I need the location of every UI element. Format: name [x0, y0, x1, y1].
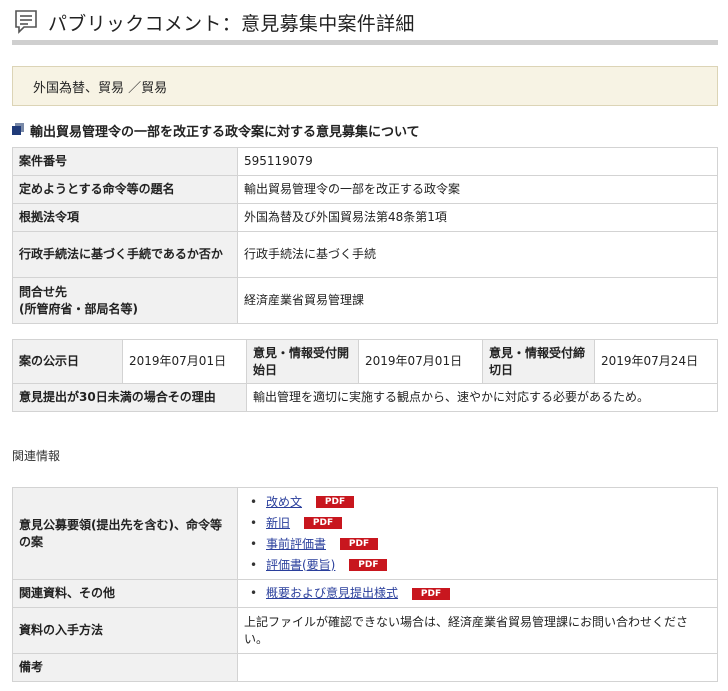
order-title-value: 輸出貿易管理令の一部を改正する政令案: [237, 175, 718, 204]
pdf-badge: PDF: [340, 538, 379, 550]
table-row: 案の公示日 2019年07月01日 意見・情報受付開始日 2019年07月01日…: [12, 339, 718, 384]
start-date-value: 2019年07月01日: [358, 339, 483, 384]
obtain-value: 上記ファイルが確認できない場合は、経済産業省貿易管理課にお問い合わせください。: [237, 607, 718, 654]
list-item: 新旧 PDF: [244, 513, 711, 534]
pdf-badge: PDF: [316, 496, 355, 508]
row-label: 問合せ先 (所管府省・部局名等): [12, 277, 238, 324]
reason-value: 輸出管理を適切に実施する観点から、速やかに対応する必要があるため。: [246, 383, 718, 412]
page: パブリックコメント：意見募集中案件詳細 外国為替、貿易 ／貿易 輸出貿易管理令の…: [0, 0, 728, 691]
start-date-label: 意見・情報受付開始日: [246, 339, 359, 384]
pdf-badge: PDF: [304, 517, 343, 529]
guidelines-links-cell: 改め文PDF 新旧PDF 事前評価書PDF 評価書(要旨)PDF: [237, 487, 718, 580]
table-row: 問合せ先 (所管府省・部局名等) 経済産業省貿易管理課: [12, 277, 718, 324]
materials-label: 関連資料、その他: [12, 579, 238, 608]
pdf-badge: PDF: [412, 587, 451, 600]
contact-value: 経済産業省貿易管理課: [237, 277, 718, 324]
table-row: 案件番号 595119079: [12, 147, 718, 176]
link-hyokasho-yoshi[interactable]: 評価書(要旨): [266, 558, 335, 572]
list-item: 改め文 PDF: [244, 492, 711, 513]
reason-label: 意見提出が30日未満の場合その理由: [12, 383, 247, 412]
dates-table: 案の公示日 2019年07月01日 意見・情報受付開始日 2019年07月01日…: [12, 339, 718, 412]
link-kaimebun[interactable]: 改め文: [266, 495, 302, 509]
row-label: 根拠法令項: [12, 203, 238, 232]
table-row: 意見公募要領(提出先を含む)、命令等の案 改め文PDF 新旧PDF 事前評価書P…: [12, 487, 718, 580]
related-info-table: 意見公募要領(提出先を含む)、命令等の案 改め文PDF 新旧PDF 事前評価書P…: [12, 487, 718, 682]
link-overview-form[interactable]: 概要および意見提出様式: [266, 586, 398, 600]
table-row: 備考: [12, 653, 718, 682]
row-label: 案件番号: [12, 147, 238, 176]
link-shinkyu[interactable]: 新旧: [266, 516, 290, 530]
legal-basis-value: 外国為替及び外国貿易法第48条第1項: [237, 203, 718, 232]
publish-date-label: 案の公示日: [12, 339, 123, 384]
obtain-label: 資料の入手方法: [12, 607, 238, 654]
case-info-table: 案件番号 595119079 定めようとする命令等の題名 輸出貿易管理令の一部を…: [12, 147, 718, 324]
list-item: 事前評価書 PDF: [244, 534, 711, 555]
row-label: 定めようとする命令等の題名: [12, 175, 238, 204]
title-divider: [12, 40, 718, 45]
table-row: 根拠法令項 外国為替及び外国貿易法第48条第1項: [12, 203, 718, 232]
guidelines-link-list: 改め文PDF 新旧PDF 事前評価書PDF 評価書(要旨)PDF: [244, 492, 711, 576]
page-title: パブリックコメント：意見募集中案件詳細: [48, 13, 415, 35]
category-band: 外国為替、貿易 ／貿易: [12, 66, 718, 106]
page-header: パブリックコメント：意見募集中案件詳細: [12, 6, 718, 36]
document-icon: [12, 123, 24, 135]
pdf-badge: PDF: [349, 559, 388, 571]
link-jizen-hyokasho[interactable]: 事前評価書: [266, 537, 326, 551]
guidelines-label: 意見公募要領(提出先を含む)、命令等の案: [12, 487, 238, 580]
table-row: 意見提出が30日未満の場合その理由 輸出管理を適切に実施する観点から、速やかに対…: [12, 383, 718, 412]
end-date-value: 2019年07月24日: [594, 339, 718, 384]
end-date-label: 意見・情報受付締切日: [482, 339, 595, 384]
list-item: 評価書(要旨) PDF: [244, 555, 711, 576]
case-number-value: 595119079: [237, 147, 718, 176]
case-title: 輸出貿易管理令の一部を改正する政令案に対する意見募集について: [30, 125, 420, 140]
materials-link-list: 概要および意見提出様式 PDF: [244, 583, 711, 604]
table-row: 関連資料、その他 概要および意見提出様式 PDF: [12, 579, 718, 608]
case-heading: 輸出貿易管理令の一部を改正する政令案に対する意見募集について: [12, 119, 718, 140]
remarks-label: 備考: [12, 653, 238, 682]
remarks-value: [237, 653, 718, 682]
procedure-value: 行政手続法に基づく手続: [237, 231, 718, 278]
table-row: 定めようとする命令等の題名 輸出貿易管理令の一部を改正する政令案: [12, 175, 718, 204]
materials-links-cell: 概要および意見提出様式 PDF: [237, 579, 718, 608]
comment-icon: [15, 10, 37, 34]
publish-date-value: 2019年07月01日: [122, 339, 247, 384]
related-info-label: 関連情報: [12, 449, 61, 463]
row-label: 行政手続法に基づく手続であるか否か: [12, 231, 238, 278]
category-text: 外国為替、貿易 ／貿易: [33, 81, 168, 96]
table-row: 行政手続法に基づく手続であるか否か 行政手続法に基づく手続: [12, 231, 718, 278]
list-item: 概要および意見提出様式 PDF: [244, 583, 711, 604]
table-row: 資料の入手方法 上記ファイルが確認できない場合は、経済産業省貿易管理課にお問い合…: [12, 607, 718, 654]
